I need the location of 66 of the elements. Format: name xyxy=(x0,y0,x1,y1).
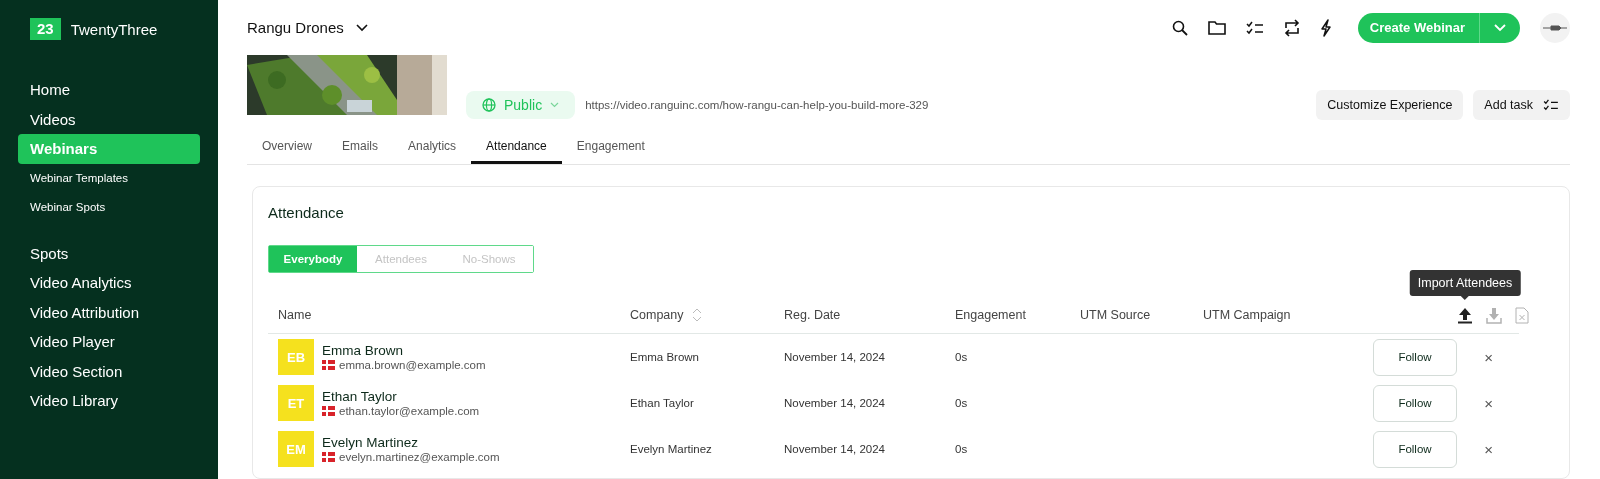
tab[interactable]: Engagement xyxy=(561,130,660,164)
workspace-selector[interactable]: Rangu Drones xyxy=(247,19,368,36)
column-header: Company xyxy=(630,308,784,322)
tab[interactable]: Overview xyxy=(247,130,327,164)
column-header: Reg. Date xyxy=(784,308,842,322)
brand-name: TwentyThree xyxy=(70,20,158,38)
tab[interactable]: Emails xyxy=(327,130,394,164)
remove-button[interactable]: × xyxy=(1484,348,1493,366)
customize-experience-button[interactable]: Customize Experience xyxy=(1316,90,1464,120)
column-header: UTM Campaign xyxy=(1203,308,1292,322)
webinar-url: https://video.ranguinc.com/how-rangu-can-help-you-build-more-329 xyxy=(585,99,929,111)
remove-button[interactable]: × xyxy=(1484,394,1493,412)
attendee-name: Evelyn Martinez xyxy=(322,435,420,450)
follow-button[interactable]: Follow xyxy=(1373,338,1457,376)
column-header: Name xyxy=(278,308,313,322)
flag-icon xyxy=(322,360,335,370)
folder-icon[interactable] xyxy=(1207,20,1226,35)
sidebar-item[interactable]: Webinar Spots xyxy=(18,193,200,223)
sidebar-item[interactable]: Video Library xyxy=(18,386,200,416)
attendee-name: Emma Brown xyxy=(322,343,405,358)
tab[interactable]: Attendance xyxy=(471,130,562,164)
initials-avatar: EM xyxy=(278,431,314,467)
follow-button[interactable]: Follow xyxy=(1373,430,1457,468)
sidebar-item[interactable]: Video Player xyxy=(18,327,200,357)
sidebar-item[interactable]: Video Attribution xyxy=(18,297,200,327)
chevron-down-icon xyxy=(355,23,368,32)
table-cell-text: Emma Brown xyxy=(630,351,701,363)
lightning-icon[interactable] xyxy=(1319,18,1332,37)
sidebar-item[interactable]: Home xyxy=(18,75,200,105)
attendee-email: ethan.taylor@example.com xyxy=(339,405,480,417)
column-header: Engagement xyxy=(955,308,1027,322)
table-cell-text: November 14, 2024 xyxy=(784,351,886,363)
flag-icon xyxy=(322,452,335,462)
sidebar-item[interactable]: Webinar Templates xyxy=(18,163,200,193)
table-cell-text: Ethan Taylor xyxy=(630,397,695,409)
sidebar-item[interactable]: Spots xyxy=(18,238,200,268)
logo-badge: 23 xyxy=(30,18,61,40)
remove-button[interactable]: × xyxy=(1484,440,1493,458)
card-title: Attendance xyxy=(268,203,345,223)
checklist-icon xyxy=(1543,99,1559,111)
table-cell-text: 0s xyxy=(955,351,969,363)
attendee-email: emma.brown@example.com xyxy=(339,359,486,371)
initials-avatar: EB xyxy=(278,339,314,375)
user-avatar[interactable] xyxy=(1540,12,1570,43)
table-cell-text: 0s xyxy=(955,397,969,409)
initials-avatar: ET xyxy=(278,385,314,421)
table-cell-text: Evelyn Martinez xyxy=(630,443,713,455)
sidebar-item[interactable]: Video Analytics xyxy=(18,268,200,298)
search-icon[interactable] xyxy=(1171,19,1188,36)
add-task-button[interactable]: Add task xyxy=(1473,90,1570,120)
table-cell-text: November 14, 2024 xyxy=(784,397,886,409)
upload-icon[interactable] xyxy=(1457,306,1473,324)
table-cell-text: November 14, 2024 xyxy=(784,443,886,455)
column-header: UTM Source xyxy=(1080,308,1152,322)
flag-icon xyxy=(322,406,335,416)
follow-button[interactable]: Follow xyxy=(1373,384,1457,422)
globe-icon xyxy=(482,98,496,112)
table-cell-text: 0s xyxy=(955,443,969,455)
checklist-icon[interactable] xyxy=(1245,20,1264,35)
tab[interactable]: Analytics xyxy=(393,130,472,164)
sidebar-item[interactable]: Video Section xyxy=(18,356,200,386)
chevron-down-icon xyxy=(550,102,560,108)
repeat-icon[interactable] xyxy=(1283,18,1300,37)
sidebar-item[interactable]: Videos xyxy=(18,104,200,134)
attendee-email: evelyn.martinez@example.com xyxy=(339,451,500,463)
attendee-name: Ethan Taylor xyxy=(322,389,398,404)
